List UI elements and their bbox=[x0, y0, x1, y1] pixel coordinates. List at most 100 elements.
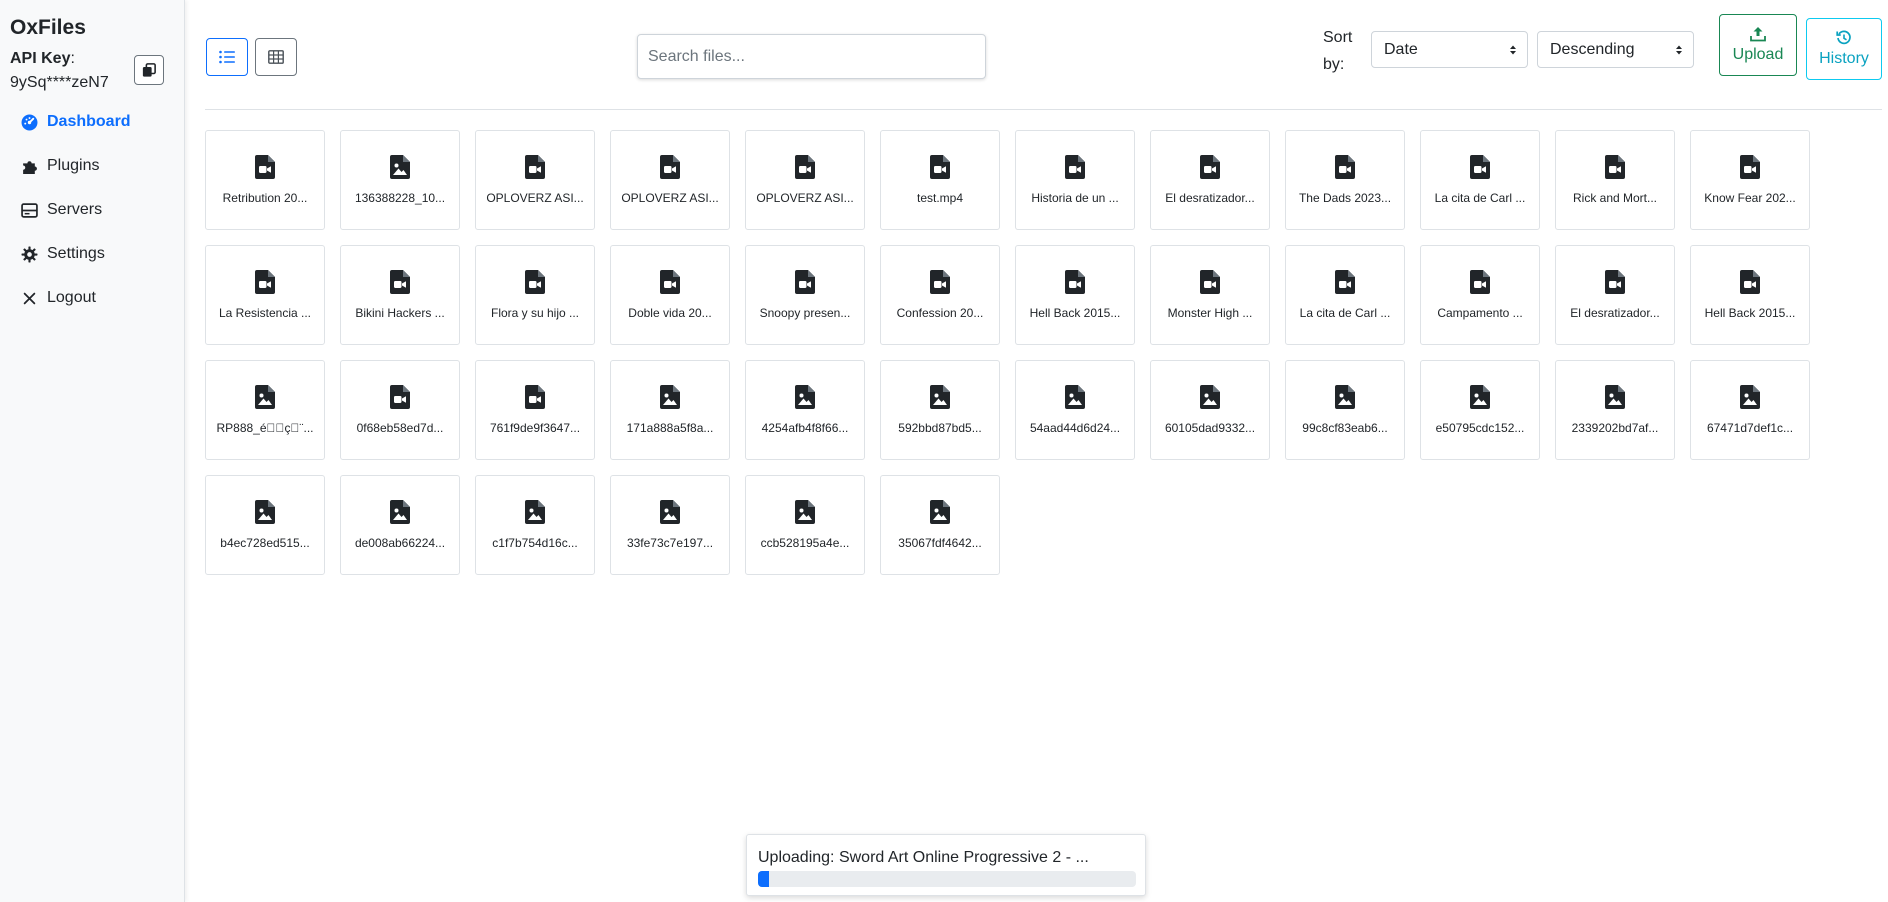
file-card[interactable]: e50795cdc152... bbox=[1420, 360, 1540, 460]
file-card[interactable]: Confession 20... bbox=[880, 245, 1000, 345]
file-card[interactable]: 0f68eb58ed7d... bbox=[340, 360, 460, 460]
image-file-icon bbox=[1200, 385, 1220, 409]
file-card[interactable]: La Resistencia ... bbox=[205, 245, 325, 345]
header-divider bbox=[205, 109, 1882, 110]
image-file-icon bbox=[1605, 385, 1625, 409]
file-card[interactable]: 33fe73c7e197... bbox=[610, 475, 730, 575]
file-card[interactable]: Flora y su hijo ... bbox=[475, 245, 595, 345]
file-card[interactable]: 2339202bd7af... bbox=[1555, 360, 1675, 460]
file-card[interactable]: El desratizador... bbox=[1555, 245, 1675, 345]
sidebar-nav: Dashboard Plugins Servers Settings Logou… bbox=[0, 100, 185, 320]
image-file-icon bbox=[390, 500, 410, 524]
file-card[interactable]: c1f7b754d16c... bbox=[475, 475, 595, 575]
video-file-icon bbox=[1335, 270, 1355, 294]
file-name: The Dads 2023... bbox=[1298, 191, 1392, 205]
file-card[interactable]: 99c8cf83eab6... bbox=[1285, 360, 1405, 460]
file-card[interactable]: 54aad44d6d24... bbox=[1015, 360, 1135, 460]
search-input[interactable] bbox=[637, 34, 986, 79]
copy-api-key-button[interactable] bbox=[134, 55, 164, 85]
copy-icon bbox=[142, 63, 156, 77]
file-card[interactable]: La cita de Carl ... bbox=[1285, 245, 1405, 345]
file-card[interactable]: test.mp4 bbox=[880, 130, 1000, 230]
sort-order-value: Descending bbox=[1550, 41, 1635, 58]
upload-progress-toast: Uploading: Sword Art Online Progressive … bbox=[746, 834, 1146, 896]
file-name: Bikini Hackers ... bbox=[355, 306, 445, 320]
file-name: La cita de Carl ... bbox=[1434, 191, 1526, 205]
file-card[interactable]: 136388228_10... bbox=[340, 130, 460, 230]
api-key-value: 9ySq****zeN7 bbox=[10, 74, 109, 91]
file-name: c1f7b754d16c... bbox=[492, 536, 578, 550]
file-name: OPLOVERZ ASI... bbox=[486, 191, 584, 205]
table-icon bbox=[268, 50, 284, 64]
grid-view-button[interactable] bbox=[255, 38, 297, 76]
history-icon bbox=[1836, 30, 1851, 45]
video-file-icon bbox=[525, 385, 545, 409]
sidebar-item-label: Settings bbox=[47, 245, 105, 262]
file-card[interactable]: Hell Back 2015... bbox=[1690, 245, 1810, 345]
sidebar-item-settings[interactable]: Settings bbox=[0, 232, 185, 276]
sidebar-item-dashboard[interactable]: Dashboard bbox=[0, 100, 185, 144]
file-card[interactable]: ccb528195a4e... bbox=[745, 475, 865, 575]
file-card[interactable]: OPLOVERZ ASI... bbox=[745, 130, 865, 230]
file-name: 761f9de9f3647... bbox=[489, 421, 581, 435]
file-grid: Retribution 20... 136388228_10... OPLOVERZ… bbox=[205, 130, 1885, 575]
file-name: RP888_é  ç ¨... bbox=[216, 421, 314, 435]
file-card[interactable]: 761f9de9f3647... bbox=[475, 360, 595, 460]
file-name: Hell Back 2015... bbox=[1704, 306, 1796, 320]
sidebar-item-servers[interactable]: Servers bbox=[0, 188, 185, 232]
file-name: 99c8cf83eab6... bbox=[1302, 421, 1388, 435]
file-card[interactable]: Campamento ... bbox=[1420, 245, 1540, 345]
list-view-button[interactable] bbox=[206, 38, 248, 76]
file-card[interactable]: 4254afb4f8f66... bbox=[745, 360, 865, 460]
image-file-icon bbox=[930, 500, 950, 524]
file-card[interactable]: Snoopy presen... bbox=[745, 245, 865, 345]
file-name: 60105dad9332... bbox=[1164, 421, 1256, 435]
file-card[interactable]: Know Fear 202... bbox=[1690, 130, 1810, 230]
file-card[interactable]: Retribution 20... bbox=[205, 130, 325, 230]
video-file-icon bbox=[525, 270, 545, 294]
file-card[interactable]: The Dads 2023... bbox=[1285, 130, 1405, 230]
file-name: El desratizador... bbox=[1165, 191, 1255, 205]
file-card[interactable]: OPLOVERZ ASI... bbox=[475, 130, 595, 230]
file-card[interactable]: Historia de un ... bbox=[1015, 130, 1135, 230]
file-name: 67471d7def1c... bbox=[1706, 421, 1794, 435]
file-name: 136388228_10... bbox=[354, 191, 446, 205]
video-file-icon bbox=[795, 155, 815, 179]
image-file-icon bbox=[1470, 385, 1490, 409]
sort-field-select[interactable]: Date bbox=[1371, 31, 1528, 68]
file-card[interactable]: Bikini Hackers ... bbox=[340, 245, 460, 345]
video-file-icon bbox=[930, 155, 950, 179]
file-card[interactable]: b4ec728ed515... bbox=[205, 475, 325, 575]
file-card[interactable]: La cita de Carl ... bbox=[1420, 130, 1540, 230]
image-file-icon bbox=[795, 500, 815, 524]
file-card[interactable]: Rick and Mort... bbox=[1555, 130, 1675, 230]
file-card[interactable]: 592bbd87bd5... bbox=[880, 360, 1000, 460]
file-card[interactable]: 171a888a5f8a... bbox=[610, 360, 730, 460]
image-file-icon bbox=[1335, 385, 1355, 409]
file-name: OPLOVERZ ASI... bbox=[621, 191, 719, 205]
api-key-colon: : bbox=[70, 50, 75, 67]
image-file-icon bbox=[1740, 385, 1760, 409]
upload-button[interactable]: Upload bbox=[1719, 14, 1797, 76]
file-card[interactable]: 67471d7def1c... bbox=[1690, 360, 1810, 460]
file-card[interactable]: de008ab66224... bbox=[340, 475, 460, 575]
file-name: La cita de Carl ... bbox=[1299, 306, 1391, 320]
file-card[interactable]: Doble vida 20... bbox=[610, 245, 730, 345]
sort-order-select[interactable]: Descending bbox=[1537, 31, 1694, 68]
file-card[interactable]: RP888_é  ç ¨... bbox=[205, 360, 325, 460]
sidebar-item-plugins[interactable]: Plugins bbox=[0, 144, 185, 188]
file-name: Snoopy presen... bbox=[759, 306, 851, 320]
file-name: 33fe73c7e197... bbox=[626, 536, 714, 550]
file-name: b4ec728ed515... bbox=[220, 536, 310, 550]
file-name: Historia de un ... bbox=[1031, 191, 1119, 205]
file-card[interactable]: OPLOVERZ ASI... bbox=[610, 130, 730, 230]
file-name: e50795cdc152... bbox=[1435, 421, 1525, 435]
file-card[interactable]: 60105dad9332... bbox=[1150, 360, 1270, 460]
file-card[interactable]: El desratizador... bbox=[1150, 130, 1270, 230]
api-key-label-text: API Key bbox=[10, 50, 71, 67]
file-card[interactable]: 35067fdf4642... bbox=[880, 475, 1000, 575]
sidebar-item-logout[interactable]: Logout bbox=[0, 276, 185, 320]
file-card[interactable]: Hell Back 2015... bbox=[1015, 245, 1135, 345]
history-button[interactable]: History bbox=[1806, 18, 1882, 80]
file-card[interactable]: Monster High ... bbox=[1150, 245, 1270, 345]
